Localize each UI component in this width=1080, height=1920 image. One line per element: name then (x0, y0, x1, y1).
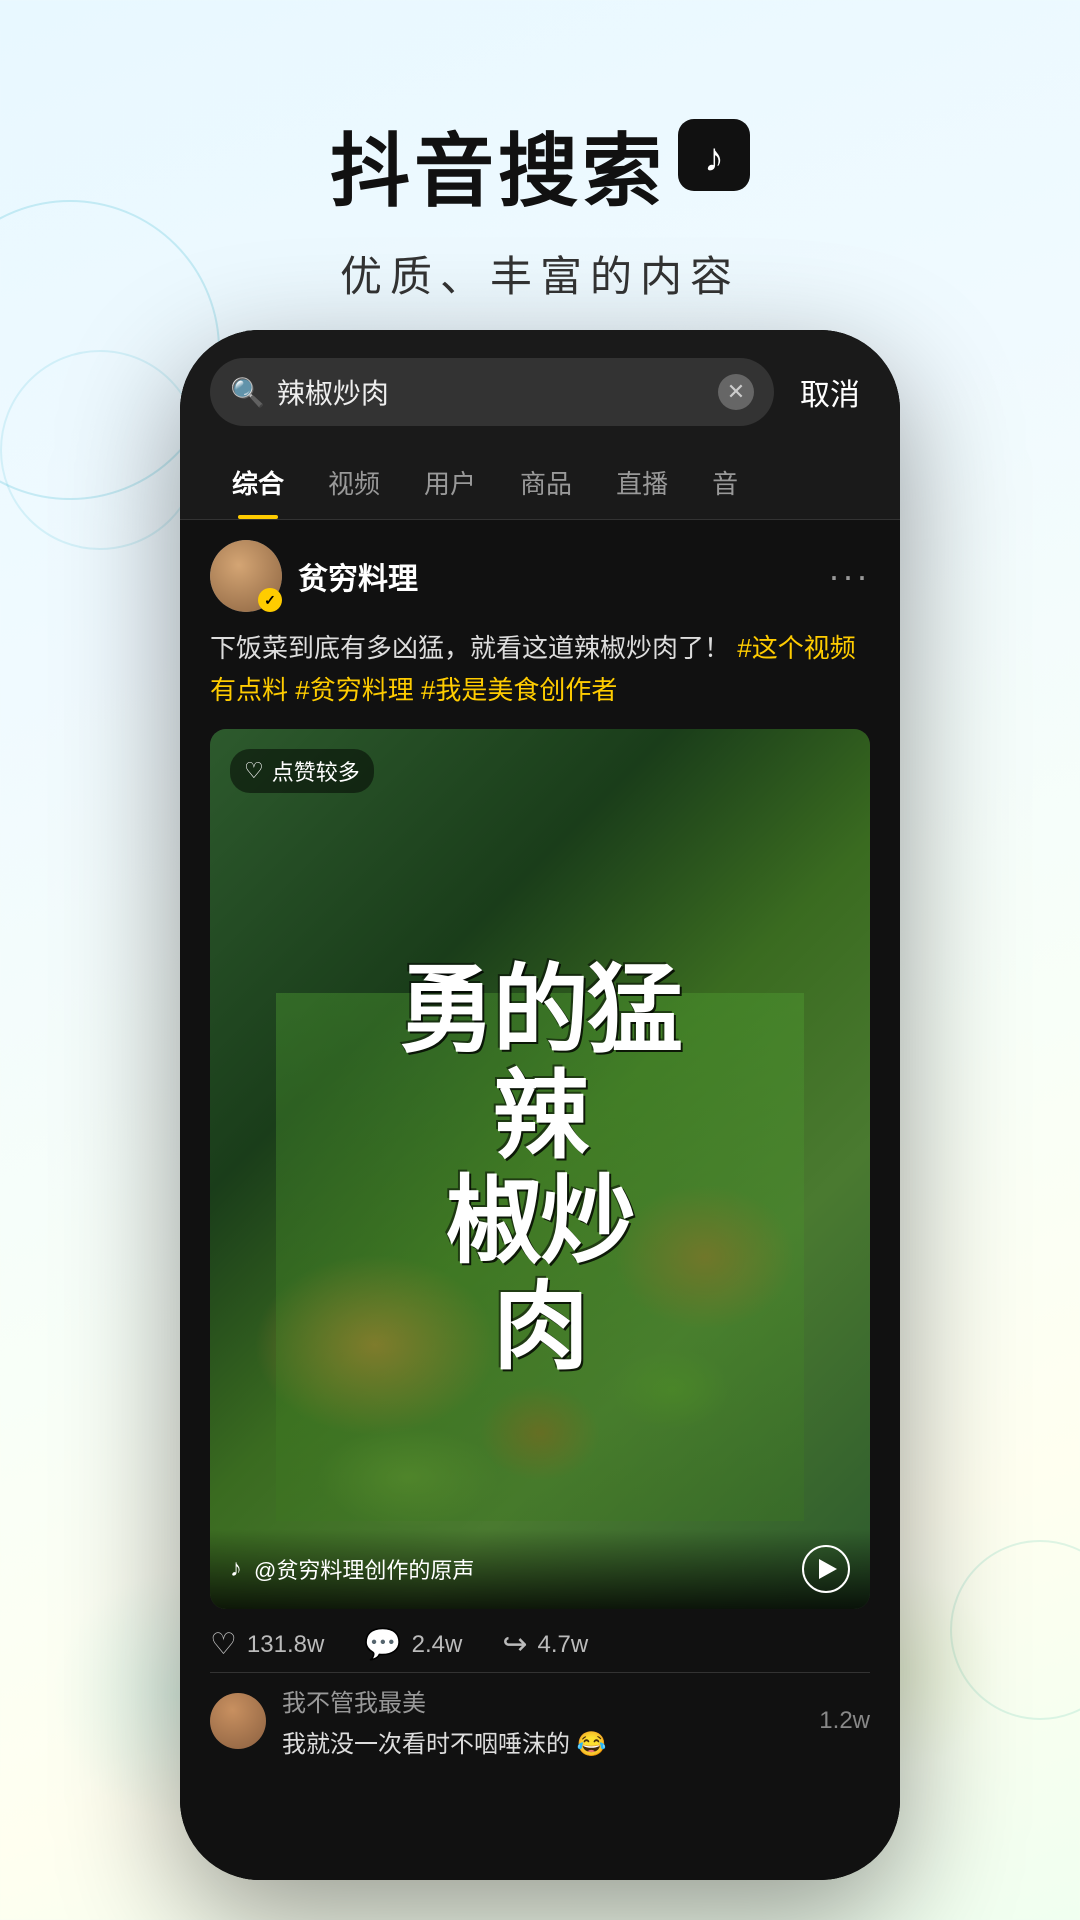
video-source-text: @贫穷料理创作的原声 (254, 1553, 790, 1585)
title-row: 抖音搜索 ♪ (330, 107, 750, 223)
likes-stat[interactable]: ♡ 131.8w (210, 1627, 324, 1662)
svg-text:♪: ♪ (704, 136, 724, 180)
bg-decoration-2 (0, 350, 200, 550)
play-button[interactable] (802, 1545, 850, 1593)
phone-frame: 🔍 辣椒炒肉 ✕ 取消 综合 视频 用户 商品 (180, 330, 900, 1880)
share-icon: ↪ (502, 1627, 527, 1662)
app-subtitle: 优质、丰富的内容 (340, 243, 740, 304)
comment-preview: 我不管我最美 我就没一次看时不咽唾沫的 😂 1.2w (210, 1672, 870, 1759)
phone-mockup: 🔍 辣椒炒肉 ✕ 取消 综合 视频 用户 商品 (180, 330, 900, 1880)
more-options-button[interactable]: ··· (828, 555, 870, 597)
tab-用户[interactable]: 用户 (402, 446, 498, 519)
content-area: ✓ 贫穷料理 ··· 下饭菜到底有多凶猛，就看这道辣椒炒肉了！ #这个视频有点料… (180, 520, 900, 1880)
shares-count: 4.7w (538, 1631, 589, 1659)
app-title: 抖音搜索 (330, 107, 666, 223)
tab-综合[interactable]: 综合 (210, 446, 306, 519)
hashtag-3[interactable]: #我是美食创作者 (421, 675, 617, 705)
video-text-overlay: 勇的猛辣椒炒肉 (210, 729, 870, 1609)
comments-stat[interactable]: 💬 2.4w (364, 1627, 462, 1662)
tiktok-small-icon: ♪ (230, 1555, 242, 1583)
tab-音频[interactable]: 音 (690, 446, 760, 519)
comment-count: 1.2w (819, 1707, 870, 1735)
comment-icon: 💬 (364, 1627, 401, 1662)
cancel-button[interactable]: 取消 (790, 370, 870, 414)
comments-count: 2.4w (412, 1631, 463, 1659)
verified-badge: ✓ (258, 588, 282, 612)
comment-content: 我不管我最美 我就没一次看时不咽唾沫的 😂 (282, 1683, 803, 1759)
like-icon: ♡ (210, 1627, 237, 1662)
search-clear-button[interactable]: ✕ (718, 374, 754, 410)
tabs-container: 综合 视频 用户 商品 直播 音 (180, 446, 900, 520)
commenter-name: 我不管我最美 (282, 1683, 803, 1718)
video-background: ♡ 点赞较多 勇的猛辣椒炒肉 ♪ @贫穷料理创作的原声 (210, 729, 870, 1609)
video-bottom-bar: ♪ @贫穷料理创作的原声 (210, 1529, 870, 1609)
search-bar-container: 🔍 辣椒炒肉 ✕ 取消 (180, 330, 900, 446)
video-title-text: 勇的猛辣椒炒肉 (399, 958, 681, 1380)
search-icon: 🔍 (230, 376, 265, 409)
stats-bar: ♡ 131.8w 💬 2.4w ↪ 4.7w (210, 1609, 870, 1672)
commenter-avatar (210, 1693, 266, 1749)
tab-直播[interactable]: 直播 (594, 446, 690, 519)
top-section: 抖音搜索 ♪ 优质、丰富的内容 (0, 0, 1080, 350)
tab-视频[interactable]: 视频 (306, 446, 402, 519)
video-card[interactable]: ♡ 点赞较多 勇的猛辣椒炒肉 ♪ @贫穷料理创作的原声 (210, 729, 870, 1609)
user-name: 贫穷料理 (298, 554, 418, 598)
comment-text: 我就没一次看时不咽唾沫的 😂 (282, 1724, 803, 1759)
user-avatar-wrap: ✓ (210, 540, 282, 612)
tiktok-logo-icon: ♪ (678, 119, 750, 191)
phone-screen: 🔍 辣椒炒肉 ✕ 取消 综合 视频 用户 商品 (180, 330, 900, 1880)
shares-stat[interactable]: ↪ 4.7w (502, 1627, 588, 1662)
user-card: ✓ 贫穷料理 ··· (210, 540, 870, 612)
post-description: 下饭菜到底有多凶猛，就看这道辣椒炒肉了！ #这个视频有点料 #贫穷料理 #我是美… (210, 628, 870, 711)
play-triangle-icon (819, 1559, 837, 1579)
hashtag-2[interactable]: #贫穷料理 (295, 675, 413, 705)
search-query: 辣椒炒肉 (277, 372, 706, 412)
search-bar[interactable]: 🔍 辣椒炒肉 ✕ (210, 358, 774, 426)
likes-count: 131.8w (247, 1631, 324, 1659)
tab-商品[interactable]: 商品 (498, 446, 594, 519)
